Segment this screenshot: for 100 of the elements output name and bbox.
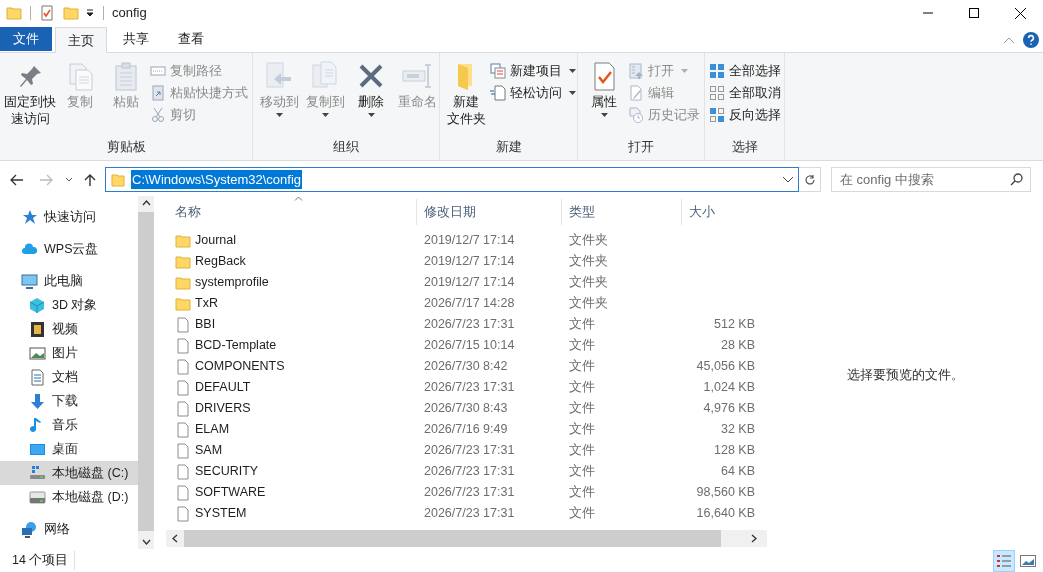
group-label: 新建 (495, 139, 522, 156)
file-icon (175, 484, 191, 501)
ribbon-tab[interactable]: 查看 (165, 27, 217, 51)
nav-item[interactable]: 本地磁盘 (C:) (0, 461, 138, 485)
column-header[interactable]: 名称 (158, 199, 416, 225)
help-icon[interactable] (1023, 32, 1039, 48)
properties-icon[interactable] (39, 5, 55, 21)
nav-item[interactable]: 视频 (0, 317, 138, 341)
ribbon-tab[interactable]: 共享 (110, 27, 162, 51)
scroll-down-icon[interactable] (141, 539, 151, 545)
column-header[interactable]: 大小 (681, 199, 755, 225)
table-cell-text: 2019/12/7 17:14 (423, 274, 516, 292)
file-name[interactable]: DRIVERS (158, 399, 416, 418)
picture-icon (29, 344, 46, 362)
refresh-icon (803, 173, 816, 186)
nav-item[interactable]: WPS云盘 (0, 237, 138, 261)
table-cell-text: 文件 (568, 505, 596, 523)
scroll-left-icon[interactable] (172, 534, 178, 543)
recent-locations-icon[interactable] (65, 177, 73, 182)
file-name[interactable]: COMPONENTS (158, 357, 416, 376)
ribbon-button[interactable]: 全部取消 (709, 82, 785, 104)
ribbon-tab[interactable]: 主页 (55, 27, 107, 53)
caret-icon (569, 69, 576, 73)
nav-item[interactable]: 文档 (0, 365, 138, 389)
file-name[interactable]: BCD-Template (158, 336, 416, 355)
nav-item[interactable]: 音乐 (0, 413, 138, 437)
ribbon-button[interactable]: 删除 (349, 58, 393, 117)
file-name[interactable]: SAM (158, 441, 416, 460)
dropdown-icon[interactable] (782, 176, 794, 183)
nav-item[interactable]: 本地磁盘 (D:) (0, 485, 138, 509)
table-cell-text: 2026/7/23 17:31 (423, 463, 516, 481)
details-view-button[interactable] (993, 549, 1015, 572)
folder-icon (111, 172, 125, 187)
file-name[interactable]: TxR (158, 294, 416, 313)
history-icon (628, 107, 644, 123)
ribbon-button[interactable]: 轻松访问 (490, 82, 580, 104)
search-field[interactable]: 在 config 中搜索 (831, 167, 1031, 192)
table-cell-text: 文件夹 (568, 274, 609, 292)
column-header[interactable]: 类型 (561, 199, 681, 225)
ribbon-button[interactable]: 新建 文件夹 (444, 58, 488, 128)
new-item-icon (490, 63, 506, 79)
cube-icon (29, 296, 46, 314)
nav-item[interactable]: 桌面 (0, 437, 138, 461)
file-name[interactable]: ELAM (158, 420, 416, 439)
file-name[interactable]: SECURITY (158, 462, 416, 481)
ribbon-button[interactable]: 属性 (582, 58, 626, 117)
table-cell-text: 2026/7/16 9:49 (423, 421, 509, 439)
back-icon[interactable] (10, 173, 24, 186)
collapse-ribbon-icon[interactable] (1003, 36, 1015, 44)
table-cell-text: 文件 (568, 442, 596, 460)
sort-ascending-icon (294, 196, 303, 201)
ribbon-button[interactable]: 全部选择 (709, 60, 785, 82)
file-name[interactable]: RegBack (158, 252, 416, 271)
file-name[interactable]: SYSTEM (158, 504, 416, 523)
ribbon-button[interactable]: 新建项目 (490, 60, 580, 82)
caret-icon (321, 113, 329, 117)
file-name[interactable]: Journal (158, 231, 416, 250)
up-icon[interactable] (84, 172, 96, 187)
refresh-button[interactable] (799, 167, 821, 192)
ribbon-button[interactable]: 固定到快 速访问 (4, 58, 56, 128)
caret-icon (367, 113, 375, 117)
film-icon (29, 320, 46, 338)
scroll-up-icon[interactable] (141, 200, 151, 206)
file-name[interactable]: BBI (158, 315, 416, 334)
edit-icon (628, 85, 644, 101)
folder-icon (175, 295, 191, 312)
large-icons-view-icon (1020, 553, 1036, 568)
dropdown-icon[interactable] (85, 8, 95, 18)
folder-icon (175, 232, 191, 249)
network-icon (21, 520, 38, 538)
nav-item[interactable]: 此电脑 (0, 269, 138, 293)
table-cell-text: 2026/7/30 8:42 (423, 358, 509, 376)
nav-item[interactable]: 下载 (0, 389, 138, 413)
caret-icon (681, 69, 688, 73)
file-name[interactable]: systemprofile (158, 273, 416, 292)
group-label: 组织 (333, 139, 359, 156)
ribbon-tab[interactable]: 文件 (0, 27, 52, 51)
caret-icon (569, 91, 576, 95)
search-icon[interactable] (1010, 173, 1023, 186)
details-view-icon (996, 553, 1012, 568)
file-name[interactable]: SOFTWARE (158, 483, 416, 502)
close-icon (1014, 7, 1026, 19)
nav-item[interactable]: 3D 对象 (0, 293, 138, 317)
nav-item[interactable]: 网络 (0, 517, 138, 541)
nav-item[interactable]: 图片 (0, 341, 138, 365)
document-icon (29, 368, 46, 386)
ribbon-button[interactable]: 反向选择 (709, 104, 785, 126)
column-header[interactable]: 修改日期 (416, 199, 561, 225)
file-icon (175, 442, 191, 459)
table-cell-text: 文件 (568, 379, 596, 397)
scroll-right-icon[interactable] (751, 534, 757, 543)
table-cell-text: 128 KB (713, 442, 755, 460)
folder-icon (175, 274, 191, 291)
table-cell-text: 文件 (568, 484, 596, 502)
table-cell-text: 文件夹 (568, 253, 609, 271)
address-field[interactable]: C:\Windows\System32\config (105, 167, 799, 192)
table-cell-text: 28 KB (719, 337, 755, 355)
table-cell-text: 文件 (568, 400, 596, 418)
nav-item[interactable]: 快速访问 (0, 205, 138, 229)
file-name[interactable]: DEFAULT (158, 378, 416, 397)
